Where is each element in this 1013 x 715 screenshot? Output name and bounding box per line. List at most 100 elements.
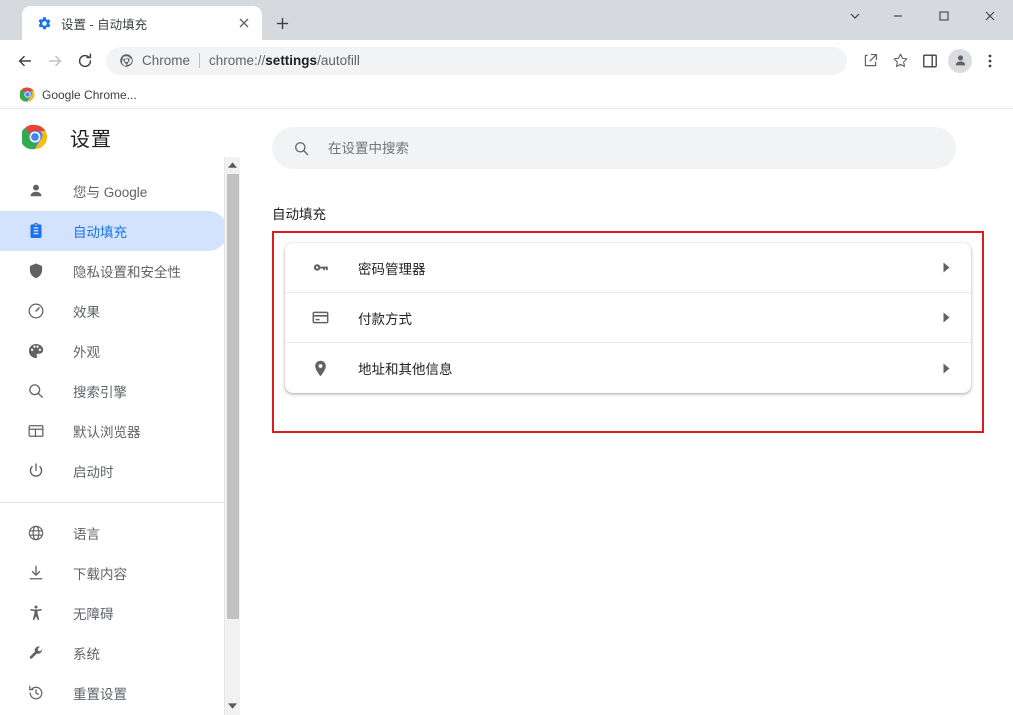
browser-window: 设置 - 自动填充 Chrome chrome://settings/autof… [0,0,1013,715]
shield-icon [26,261,46,281]
sidebar-item-label: 语言 [73,527,100,542]
row-label: 地址和其他信息 [358,362,453,377]
url-suffix: /autofill [317,53,360,68]
sidebar-item-label: 启动时 [73,465,114,480]
avatar [948,48,972,73]
sidebar-item-label: 重置设置 [73,687,127,702]
chrome-logo-icon [20,87,35,102]
more-menu-icon[interactable] [975,46,1005,76]
bookmark-item[interactable]: Google Chrome... [12,84,145,105]
omnibox-separator [199,53,201,68]
address-bar[interactable]: Chrome chrome://settings/autofill [106,46,847,75]
chevron-right-icon [942,262,951,273]
minimize-button[interactable] [875,0,921,32]
scroll-down-arrow-icon[interactable] [224,698,241,715]
sidebar-item-label: 自动填充 [73,225,127,240]
maximize-button[interactable] [921,0,967,32]
scroll-up-arrow-icon[interactable] [224,157,241,174]
row-label: 付款方式 [358,311,412,327]
sidebar-item-label: 搜索引擎 [73,385,127,400]
location-pin-icon [310,358,330,378]
sidebar-item-label: 外观 [73,345,100,360]
sidebar-item-search-engine[interactable]: 搜索引擎 [0,371,228,411]
browser-tab[interactable]: 设置 - 自动填充 [22,6,262,40]
back-button[interactable] [10,46,40,76]
key-icon [310,258,330,278]
close-icon[interactable] [234,13,254,33]
sidebar-item-label: 下载内容 [73,567,127,582]
globe-icon [26,523,46,543]
sidebar-item-autofill[interactable]: 自动填充 [0,211,228,251]
palette-icon [26,341,46,361]
search-input[interactable] [328,140,936,156]
close-button[interactable] [967,0,1013,32]
sidebar-divider [0,502,240,503]
row-label: 密码管理器 [358,261,426,277]
url-bold-part: settings [265,53,318,68]
reload-button[interactable] [70,46,100,76]
new-tab-button[interactable] [268,9,296,37]
search-icon [292,139,310,157]
chevron-right-icon [942,312,951,323]
settings-main: 自动填充 密码管理器 [240,109,1013,715]
tab-strip: 设置 - 自动填充 [0,0,1013,40]
section-heading: 自动填充 [272,207,326,222]
settings-gear-icon [36,15,52,31]
row-payment-methods[interactable]: 付款方式 [285,293,971,343]
row-password-manager[interactable]: 密码管理器 [285,243,971,293]
omnibox-chip-label: Chrome [142,53,191,68]
tab-title: 设置 - 自动填充 [61,17,148,32]
clipboard-icon [26,221,46,241]
browser-toolbar: Chrome chrome://settings/autofill [0,40,1013,81]
credit-card-icon [310,308,330,328]
sidebar-item-languages[interactable]: 语言 [0,513,228,553]
sidebar-item-label: 系统 [73,647,100,662]
tab-search-button[interactable] [835,0,875,32]
page-title: 设置 [70,128,112,151]
sidebar-item-appearance[interactable]: 外观 [0,331,228,371]
page-content: 设置 您与 Google 自动填充 隐私设置和安全性 效果 外观 搜索引擎 默认… [0,109,1013,715]
sidebar-item-privacy-security[interactable]: 隐私设置和安全性 [0,251,228,291]
side-panel-icon[interactable] [915,46,945,76]
url-prefix: chrome:// [209,53,266,68]
sidebar-item-on-startup[interactable]: 启动时 [0,451,228,491]
sidebar-item-accessibility[interactable]: 无障碍 [0,593,228,633]
accessibility-icon [26,603,46,623]
person-icon [26,181,46,201]
scrollbar-track[interactable] [225,174,241,698]
wrench-icon [26,643,46,663]
settings-sidebar: 设置 您与 Google 自动填充 隐私设置和安全性 效果 外观 搜索引擎 默认… [0,109,241,715]
sidebar-item-label: 效果 [73,305,100,320]
settings-nav: 您与 Google 自动填充 隐私设置和安全性 效果 外观 搜索引擎 默认浏览器… [0,165,240,715]
sidebar-item-label: 隐私设置和安全性 [73,265,181,280]
window-controls [835,0,1013,32]
bookmarks-bar: Google Chrome... [0,81,1013,109]
chrome-security-icon [118,53,134,69]
chevron-right-icon [942,363,951,374]
autofill-options-card: 密码管理器 付款方式 地址和其他信息 [285,243,971,393]
speedometer-icon [26,301,46,321]
share-icon[interactable] [855,46,885,76]
download-icon [26,563,46,583]
sidebar-item-default-browser[interactable]: 默认浏览器 [0,411,228,451]
sidebar-item-downloads[interactable]: 下载内容 [0,553,228,593]
sidebar-item-reset-settings[interactable]: 重置设置 [0,673,228,713]
profile-avatar[interactable] [945,46,975,76]
bookmark-star-icon[interactable] [885,46,915,76]
scrollbar-thumb[interactable] [226,174,239,619]
annotation-highlight-rectangle: 密码管理器 付款方式 地址和其他信息 [272,231,984,433]
sidebar-item-system[interactable]: 系统 [0,633,228,673]
sidebar-item-label: 无障碍 [73,607,114,622]
row-addresses-and-more[interactable]: 地址和其他信息 [285,343,971,393]
search-bar[interactable] [272,127,956,169]
omnibox-url: chrome://settings/autofill [209,53,360,68]
sidebar-item-performance[interactable]: 效果 [0,291,228,331]
sidebar-scrollbar[interactable] [224,157,241,715]
forward-button[interactable] [40,46,70,76]
chrome-logo-icon [22,124,48,150]
sidebar-item-label: 您与 Google [73,185,148,200]
power-icon [26,461,46,481]
bookmark-label: Google Chrome... [42,87,137,102]
sidebar-item-label: 默认浏览器 [73,425,141,440]
sidebar-item-you-and-google[interactable]: 您与 Google [0,171,228,211]
